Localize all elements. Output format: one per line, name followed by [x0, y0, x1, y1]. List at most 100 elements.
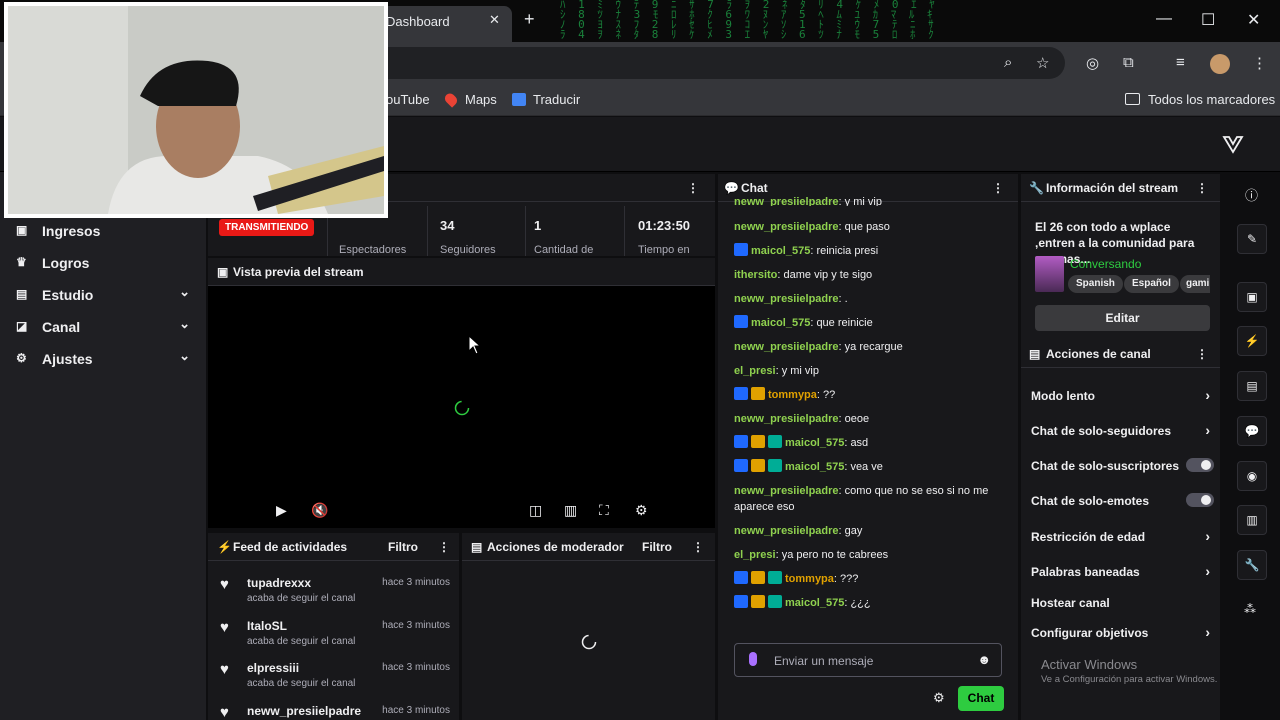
chat-message[interactable]: neww_presiielpadre: y mi vip: [734, 194, 1004, 206]
chat-username[interactable]: ithersito: [734, 269, 777, 281]
chat-username[interactable]: maicol_575: [785, 597, 844, 609]
sidebar-item-ingresos[interactable]: ▣ Ingresos: [14, 220, 194, 244]
layout-rail-icon[interactable]: ▥: [1237, 505, 1267, 535]
more-options-icon[interactable]: ⋮: [1196, 181, 1208, 195]
chat-username[interactable]: el_presi: [734, 549, 776, 561]
tag-gaming[interactable]: gami: [1180, 275, 1210, 293]
feed-filter-button[interactable]: Filtro: [388, 540, 418, 554]
media-control-icon[interactable]: ≡: [1176, 54, 1185, 71]
chat-message[interactable]: maicol_575: vea ve: [734, 459, 1004, 475]
sidebar-item-canal[interactable]: ◪ Canal ⌄: [14, 316, 194, 340]
action-age-restriction[interactable]: Restricción de edad ›: [1031, 528, 1216, 544]
tag-spanish[interactable]: Spanish: [1068, 275, 1123, 293]
chat-message[interactable]: el_presi: ya pero no te cabrees: [734, 547, 1004, 563]
bookmark-translate[interactable]: Traducir: [533, 92, 580, 107]
chat-username[interactable]: neww_presiielpadre: [734, 485, 839, 497]
list-item[interactable]: ♥ elpressiii hace 3 minutos acaba de seg…: [220, 661, 450, 701]
all-bookmarks[interactable]: Todos los marcadores: [1148, 92, 1275, 107]
star-bookmark-icon[interactable]: ☆: [1036, 54, 1049, 72]
bookmark-maps[interactable]: Maps: [465, 92, 497, 107]
edit-pencil-icon[interactable]: ✎: [1237, 224, 1267, 254]
chat-send-button[interactable]: Chat: [958, 686, 1004, 711]
list-item[interactable]: ♥ neww_presiielpadre hace 3 minutos: [220, 704, 450, 720]
chat-message[interactable]: el_presi: y mi vip: [734, 363, 1004, 379]
more-options-icon[interactable]: ⋮: [992, 181, 1004, 195]
sidebar-item-logros[interactable]: ♛ Logros: [14, 252, 194, 276]
sub-badge-icon[interactable]: [768, 571, 782, 584]
emote-picker-icon[interactable]: ☻: [977, 652, 991, 667]
chat-message[interactable]: neww_presiielpadre: como que no se eso s…: [734, 483, 1004, 515]
mod-badge-icon[interactable]: [734, 315, 748, 328]
profile-avatar[interactable]: [1210, 54, 1230, 74]
bookmark-youtube[interactable]: ouTube: [386, 92, 430, 107]
subscribers-only-toggle[interactable]: [1186, 458, 1214, 472]
more-options-icon[interactable]: ⋮: [1196, 347, 1208, 361]
chat-message[interactable]: tommypa: ??: [734, 387, 1004, 403]
action-followers-only[interactable]: Chat de solo-seguidores ›: [1031, 422, 1216, 438]
sub-badge-icon[interactable]: [768, 459, 782, 472]
sidebar-item-ajustes[interactable]: ⚙ Ajustes ⌄: [14, 348, 194, 372]
action-goals[interactable]: Configurar objetivos ›: [1031, 624, 1216, 640]
emotes-only-toggle[interactable]: [1186, 493, 1214, 507]
chat-message[interactable]: neww_presiielpadre: gay: [734, 523, 1004, 539]
settings-icon[interactable]: ⚙: [635, 502, 648, 519]
chat-message[interactable]: maicol_575: asd: [734, 435, 1004, 451]
mod-filter-button[interactable]: Filtro: [642, 540, 672, 554]
action-banned-words[interactable]: Palabras baneadas ›: [1031, 563, 1216, 579]
list-item[interactable]: ♥ tupadrexxx hace 3 minutos acaba de seg…: [220, 576, 450, 616]
chat-username[interactable]: tommypa: [785, 573, 834, 585]
reading-mode-icon[interactable]: ◎: [1086, 54, 1099, 72]
chat-username[interactable]: neww_presiielpadre: [734, 196, 839, 206]
chat-message[interactable]: maicol_575: reinicia presi: [734, 243, 1004, 259]
zoom-icon[interactable]: ⌕: [1004, 54, 1012, 71]
vip-badge-icon[interactable]: [751, 571, 765, 584]
chat-username[interactable]: neww_presiielpadre: [734, 221, 839, 233]
mod-badge-icon[interactable]: [734, 595, 748, 608]
chat-message[interactable]: maicol_575: que reinicie: [734, 315, 1004, 331]
chat-username[interactable]: maicol_575: [785, 461, 844, 473]
vip-badge-icon[interactable]: [751, 387, 765, 400]
add-action-icon[interactable]: ⁂: [1244, 602, 1256, 616]
mod-badge-icon[interactable]: [734, 435, 748, 448]
chat-username[interactable]: maicol_575: [751, 317, 810, 329]
chat-username[interactable]: maicol_575: [785, 437, 844, 449]
chat-message[interactable]: neww_presiielpadre: .: [734, 291, 1004, 307]
list-item[interactable]: ♥ ItaloSL hace 3 minutos acaba de seguir…: [220, 619, 450, 659]
tag-espanol[interactable]: Español: [1124, 275, 1179, 293]
chat-username[interactable]: neww_presiielpadre: [734, 293, 839, 305]
more-options-icon[interactable]: ⋮: [692, 540, 704, 554]
chat-message[interactable]: neww_presiielpadre: oeoe: [734, 411, 1004, 427]
chat-rail-icon[interactable]: 💬: [1237, 416, 1267, 446]
chat-username[interactable]: neww_presiielpadre: [734, 525, 839, 537]
close-tab-icon[interactable]: ✕: [489, 12, 500, 28]
chat-message[interactable]: tommypa: ???: [734, 571, 1004, 587]
chat-username[interactable]: maicol_575: [751, 245, 810, 257]
document-rail-icon[interactable]: ▤: [1237, 371, 1267, 401]
sub-badge-icon[interactable]: [768, 595, 782, 608]
close-window-icon[interactable]: ✕: [1247, 10, 1260, 30]
vip-badge-icon[interactable]: [751, 595, 765, 608]
chat-username[interactable]: tommypa: [768, 389, 817, 401]
chat-message[interactable]: neww_presiielpadre: ya recargue: [734, 339, 1004, 355]
mod-badge-icon[interactable]: [734, 571, 748, 584]
microphone-icon[interactable]: [749, 652, 757, 666]
chat-username[interactable]: el_presi: [734, 365, 776, 377]
edit-stream-info-button[interactable]: Editar: [1035, 305, 1210, 331]
category-name[interactable]: Conversando: [1070, 257, 1141, 271]
chat-username[interactable]: neww_presiielpadre: [734, 341, 839, 353]
play-icon[interactable]: ▶: [276, 502, 287, 519]
info-icon[interactable]: ⓘ: [1245, 185, 1258, 204]
vip-badge-icon[interactable]: [751, 459, 765, 472]
clip-icon[interactable]: ▥: [564, 502, 577, 519]
chat-message[interactable]: ithersito: dame vip y te sigo: [734, 267, 1004, 283]
minimize-icon[interactable]: —: [1156, 10, 1172, 28]
more-options-icon[interactable]: ⋮: [687, 181, 699, 195]
broadcast-rail-icon[interactable]: ◉: [1237, 461, 1267, 491]
chat-message[interactable]: neww_presiielpadre: que paso: [734, 219, 1004, 235]
address-bar[interactable]: [370, 47, 1065, 79]
chat-input[interactable]: Enviar un mensaje ☻: [734, 643, 1002, 677]
extensions-icon[interactable]: ⧉: [1123, 54, 1134, 71]
stream-preview[interactable]: [208, 258, 715, 528]
chat-username[interactable]: neww_presiielpadre: [734, 413, 839, 425]
theatre-mode-icon[interactable]: ◫: [529, 502, 542, 519]
